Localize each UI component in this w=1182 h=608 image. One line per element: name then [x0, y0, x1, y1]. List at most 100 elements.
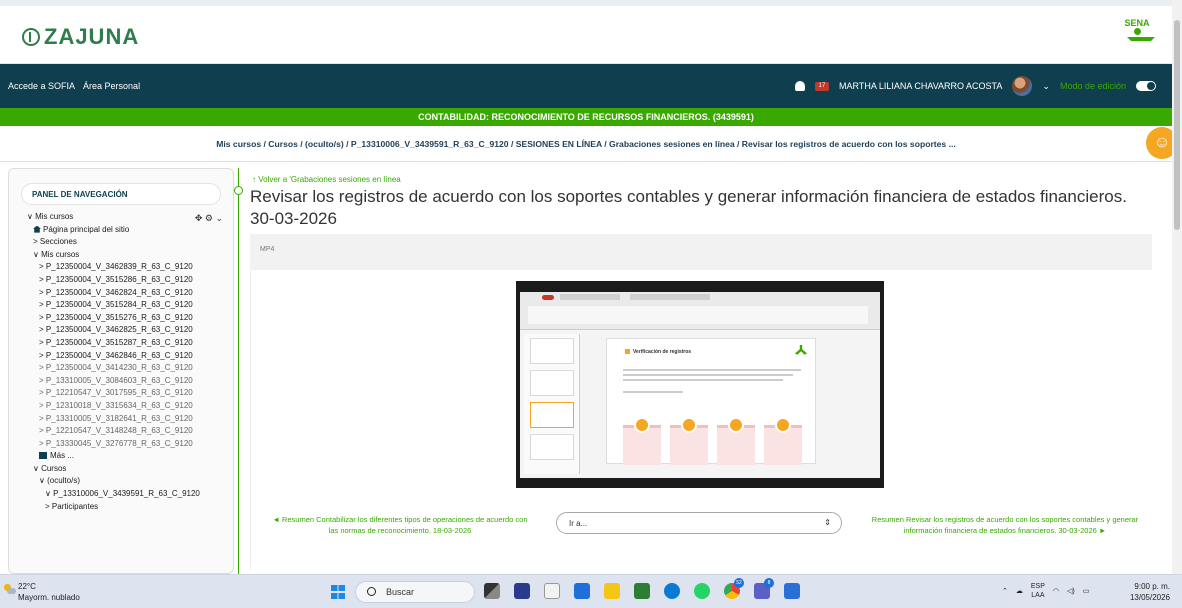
weather-temp: 22°C [18, 582, 36, 591]
format-label: MP4 [250, 234, 1152, 270]
sidebar-tree-item[interactable]: ∨ Mis cursos [9, 211, 233, 224]
chevron-right-icon: > [39, 312, 46, 322]
bell-icon[interactable] [795, 81, 806, 91]
more-icon [39, 452, 47, 460]
chevron-right-icon: > [45, 501, 52, 511]
nav-link-area-personal[interactable]: Área Personal [83, 81, 140, 91]
jump-to-value: Ir a... [569, 519, 588, 528]
whatsapp-icon[interactable] [694, 583, 710, 599]
home-icon [33, 225, 41, 233]
sidebar-tree-item[interactable]: > P_12350004_V_3515276_R_63_C_9120 [9, 312, 233, 325]
page-title: Revisar los registros de acuerdo con los… [250, 187, 1127, 228]
system-tray: ⌃ ☁ ESP LAA ◠ ◁) ▭ [1002, 582, 1089, 600]
messages-icon[interactable]: 17 [815, 81, 830, 91]
file-explorer-icon[interactable] [604, 583, 620, 599]
sidebar-tree-item-label: P_12210547_V_3148248_R_63_C_9120 [45, 426, 193, 436]
sidebar-tree-item[interactable]: > P_13330045_V_3276778_R_63_C_9120 [9, 438, 233, 451]
wifi-icon[interactable]: ◠ [1053, 587, 1059, 595]
store-icon[interactable] [574, 583, 590, 599]
slide-thumbnails [524, 334, 580, 474]
chevron-down-icon: ∨ [33, 463, 42, 473]
sena-logo-text: SENA [1124, 18, 1150, 28]
sidebar-tree-item[interactable]: > P_12350004_V_3414230_R_63_C_9120 [9, 362, 233, 375]
sidebar-tree-item[interactable]: > P_12350004_V_3462839_R_63_C_9120 [9, 261, 233, 274]
sidebar-tree-item[interactable]: > P_12210547_V_3148248_R_63_C_9120 [9, 425, 233, 438]
sidebar-tree-item-label: P_13310005_V_3182641_R_63_C_9120 [45, 413, 193, 423]
zajuna-logo[interactable]: ZAJUNA [22, 24, 139, 50]
breadcrumb[interactable]: Mis cursos / Cursos / (oculto/s) / P_133… [0, 126, 1172, 162]
edge-icon[interactable] [664, 583, 680, 599]
chevron-right-icon: > [39, 262, 46, 272]
page-scrollbar[interactable] [1172, 0, 1182, 574]
sidebar-tree-item-label: P_12350004_V_3462825_R_63_C_9120 [45, 325, 193, 335]
avatar[interactable] [1012, 76, 1033, 96]
sidebar-tree-item[interactable]: ∨ Mis cursos [9, 249, 233, 262]
battery-icon[interactable]: ▭ [1083, 587, 1090, 595]
edit-mode-toggle[interactable] [1136, 81, 1156, 91]
sidebar-tree-item[interactable]: > P_12350004_V_3515284_R_63_C_9120 [9, 299, 233, 312]
sidebar-tree-item-label: P_12350004_V_3515286_R_63_C_9120 [45, 274, 193, 284]
chevron-right-icon: > [39, 438, 46, 448]
sidebar-tree-item[interactable]: > P_12350004_V_3462825_R_63_C_9120 [9, 324, 233, 337]
next-activity-link[interactable]: Resumen Revisar los registros de acuerdo… [870, 514, 1140, 536]
sidebar-tree-item[interactable]: > P_13310005_V_3084603_R_63_C_9120 [9, 375, 233, 388]
sidebar-tree-item[interactable]: > P_12310018_V_3315634_R_63_C_9120 [9, 400, 233, 413]
scrollbar-thumb[interactable] [1174, 20, 1180, 230]
chevron-down-icon[interactable]: ⌄ [1042, 81, 1050, 92]
teams-icon[interactable]: 8 [754, 578, 774, 599]
chrome-icon[interactable]: 52 [724, 578, 744, 599]
timeline-line [238, 168, 239, 574]
chevron-right-icon: > [33, 237, 40, 247]
sidebar-tree-item[interactable]: > P_13310005_V_3182641_R_63_C_9120 [9, 413, 233, 426]
sidebar-tree-item-label: Secciones [39, 237, 77, 247]
outlook-icon[interactable] [784, 583, 800, 599]
navbar-links: Accede a SOFIA Área Personal [8, 81, 140, 91]
weather-widget[interactable]: 22°C Mayorm. nublado [4, 581, 80, 603]
sidebar-tree-item-label: P_12350004_V_3462824_R_63_C_9120 [45, 287, 193, 297]
search-icon [367, 587, 376, 596]
language-indicator[interactable]: ESP LAA [1031, 582, 1045, 600]
sidebar-tree-item[interactable]: ∨ P_13310006_V_3439591_R_63_C_9120 [9, 488, 233, 501]
jump-to-select[interactable]: Ir a... ⇕ [556, 512, 842, 534]
clock[interactable]: 9:00 p. m. 13/05/2026 [1118, 581, 1170, 603]
select-caret-icon: ⇕ [824, 518, 831, 527]
chevron-down-icon: ∨ [45, 489, 54, 499]
sidebar-tree-item-label: Mis cursos [41, 249, 80, 259]
slide-preview: Verificación de registros [606, 338, 816, 465]
sidebar-tree-item[interactable]: > P_12350004_V_3462824_R_63_C_9120 [9, 287, 233, 300]
nav-link-sofia[interactable]: Accede a SOFIA [8, 81, 75, 91]
chevron-right-icon: > [39, 274, 46, 284]
sidebar-tree-item[interactable]: Más ... [9, 450, 233, 463]
zajuna-logo-text: ZAJUNA [44, 24, 140, 49]
teams-badge: 8 [764, 578, 774, 588]
task-view-icon[interactable] [484, 583, 500, 599]
sidebar-tree-item[interactable]: > Participantes [9, 501, 233, 514]
sidebar-tree-item[interactable]: > P_12350004_V_3515287_R_63_C_9120 [9, 337, 233, 350]
teams-chat-icon[interactable] [514, 583, 530, 599]
sidebar-tree-item[interactable]: ∨ (oculto/s) [9, 475, 233, 488]
back-link[interactable]: ↑ Volver a 'Grabaciones sesiones en líne… [252, 175, 401, 184]
sidebar-tree-item[interactable]: > Secciones [9, 236, 233, 249]
zajuna-leaf-icon [22, 28, 40, 46]
sidebar-tree-item[interactable]: Página principal del sitio [9, 224, 233, 237]
chevron-up-icon[interactable]: ⌃ [1002, 587, 1008, 595]
amazon-icon[interactable] [544, 583, 560, 599]
sidebar-tree-item[interactable]: > P_12350004_V_3462846_R_63_C_9120 [9, 350, 233, 363]
previous-activity-link[interactable]: ◄ Resumen Contabilizar los diferentes ti… [270, 514, 530, 536]
user-name[interactable]: MARTHA LILIANA CHAVARRO ACOSTA [839, 81, 1002, 91]
gallery-icon[interactable] [634, 583, 650, 599]
volume-icon[interactable]: ◁) [1067, 587, 1075, 595]
slide-title: Verificación de registros [625, 349, 691, 355]
chevron-right-icon: > [39, 363, 46, 373]
onedrive-icon[interactable]: ☁ [1016, 587, 1023, 595]
sidebar-tree-item[interactable]: > P_12350004_V_3515286_R_63_C_9120 [9, 274, 233, 287]
taskbar-search[interactable]: Buscar [355, 581, 475, 603]
sidebar-tree-item-label: Más ... [50, 451, 75, 461]
sidebar-tree-item[interactable]: ∨ Cursos [9, 463, 233, 476]
clock-date: 13/05/2026 [1129, 593, 1170, 602]
sidebar-tree-item[interactable]: > P_12210547_V_3017595_R_63_C_9120 [9, 387, 233, 400]
chevron-right-icon: > [39, 350, 46, 360]
sidebar-tree-item-label: Participantes [51, 501, 99, 511]
windows-start-icon[interactable] [331, 585, 345, 599]
sidebar-tree-item-label: Cursos [41, 463, 67, 473]
